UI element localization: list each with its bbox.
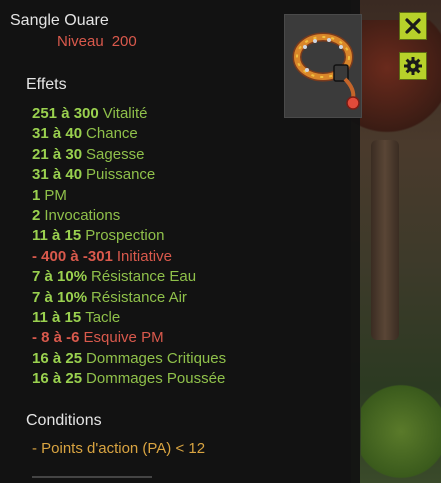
background-tree-trunk [371,140,399,340]
item-name: Sangle Ouare [10,12,109,29]
effects-list: 251 à 300 Vitalité 31 à 40 Chance 21 à 30 Sag… [32,104,226,389]
effects-title: Effets [26,76,67,93]
effect-label: Invocations [44,206,121,224]
effect-row: 251 à 300 Vitalité [32,104,226,124]
close-icon [405,18,421,34]
effect-value: 1 [32,186,41,204]
item-level-label: Niveau [57,33,104,50]
effect-row: 7 à 10% Résistance Eau [32,267,226,287]
effect-value: - 8 à -6 [32,329,80,347]
settings-button[interactable] [399,52,427,80]
effect-row: 11 à 15 Tacle [32,308,226,328]
effect-row: - 400 à -301 Initiative [32,247,226,267]
item-level: Niveau 200 [57,33,145,50]
gear-icon [404,57,422,75]
effect-label: Chance [86,125,138,143]
effect-row: 31 à 40 Puissance [32,165,226,185]
effect-value: 251 à 300 [32,105,99,122]
effect-label: Résistance Eau [91,268,197,286]
condition-item: - Points d'action (PA) < 12 [32,440,206,457]
belt-collar-icon [292,32,360,110]
effect-row: 21 à 30 Sagesse [32,145,226,165]
effect-row: - 8 à -6 Esquive PM [32,328,226,348]
next-section-divider [32,476,152,478]
effect-label: Tacle [85,308,121,326]
background-foliage [351,20,441,140]
effect-label: Sagesse [86,145,145,163]
effect-value: 31 à 40 [32,125,83,143]
effect-label: Initiative [116,247,172,265]
effect-value: 11 à 15 [32,227,82,245]
effect-value: 7 à 10% [32,288,88,306]
effect-row: 16 à 25 Dommages Critiques [32,349,226,369]
effect-value: 7 à 10% [32,268,88,286]
effect-label: Vitalité [102,105,148,122]
item-icon-frame [284,14,362,118]
effect-value: - 400 à -301 [32,247,113,265]
item-level-value: 200 [111,33,137,50]
effect-row: 11 à 15 Prospection [32,226,226,246]
conditions-title: Conditions [26,412,102,429]
close-button[interactable] [399,12,427,40]
effect-label: Prospection [85,227,165,245]
effect-value: 31 à 40 [32,166,83,184]
effect-row: 2 Invocations [32,206,226,226]
effect-value: 16 à 25 [32,349,83,367]
effect-value: 16 à 25 [32,370,83,388]
effect-label: PM [44,186,67,204]
effect-label: Esquive PM [83,329,164,347]
effect-value: 21 à 30 [32,145,83,163]
effect-label: Puissance [86,166,156,184]
effect-label: Dommages Critiques [86,349,227,367]
effect-row: 7 à 10% Résistance Air [32,288,226,308]
effect-value: 11 à 15 [32,308,82,326]
effect-label: Résistance Air [91,288,187,306]
effect-label: Dommages Poussée [86,370,226,388]
effect-row: 1 PM [32,186,226,206]
background-scene [351,0,441,483]
effect-row: 16 à 25 Dommages Poussée [32,369,226,389]
background-bush [361,380,441,483]
effect-row: 31 à 40 Chance [32,124,226,144]
effect-value: 2 [32,206,41,224]
